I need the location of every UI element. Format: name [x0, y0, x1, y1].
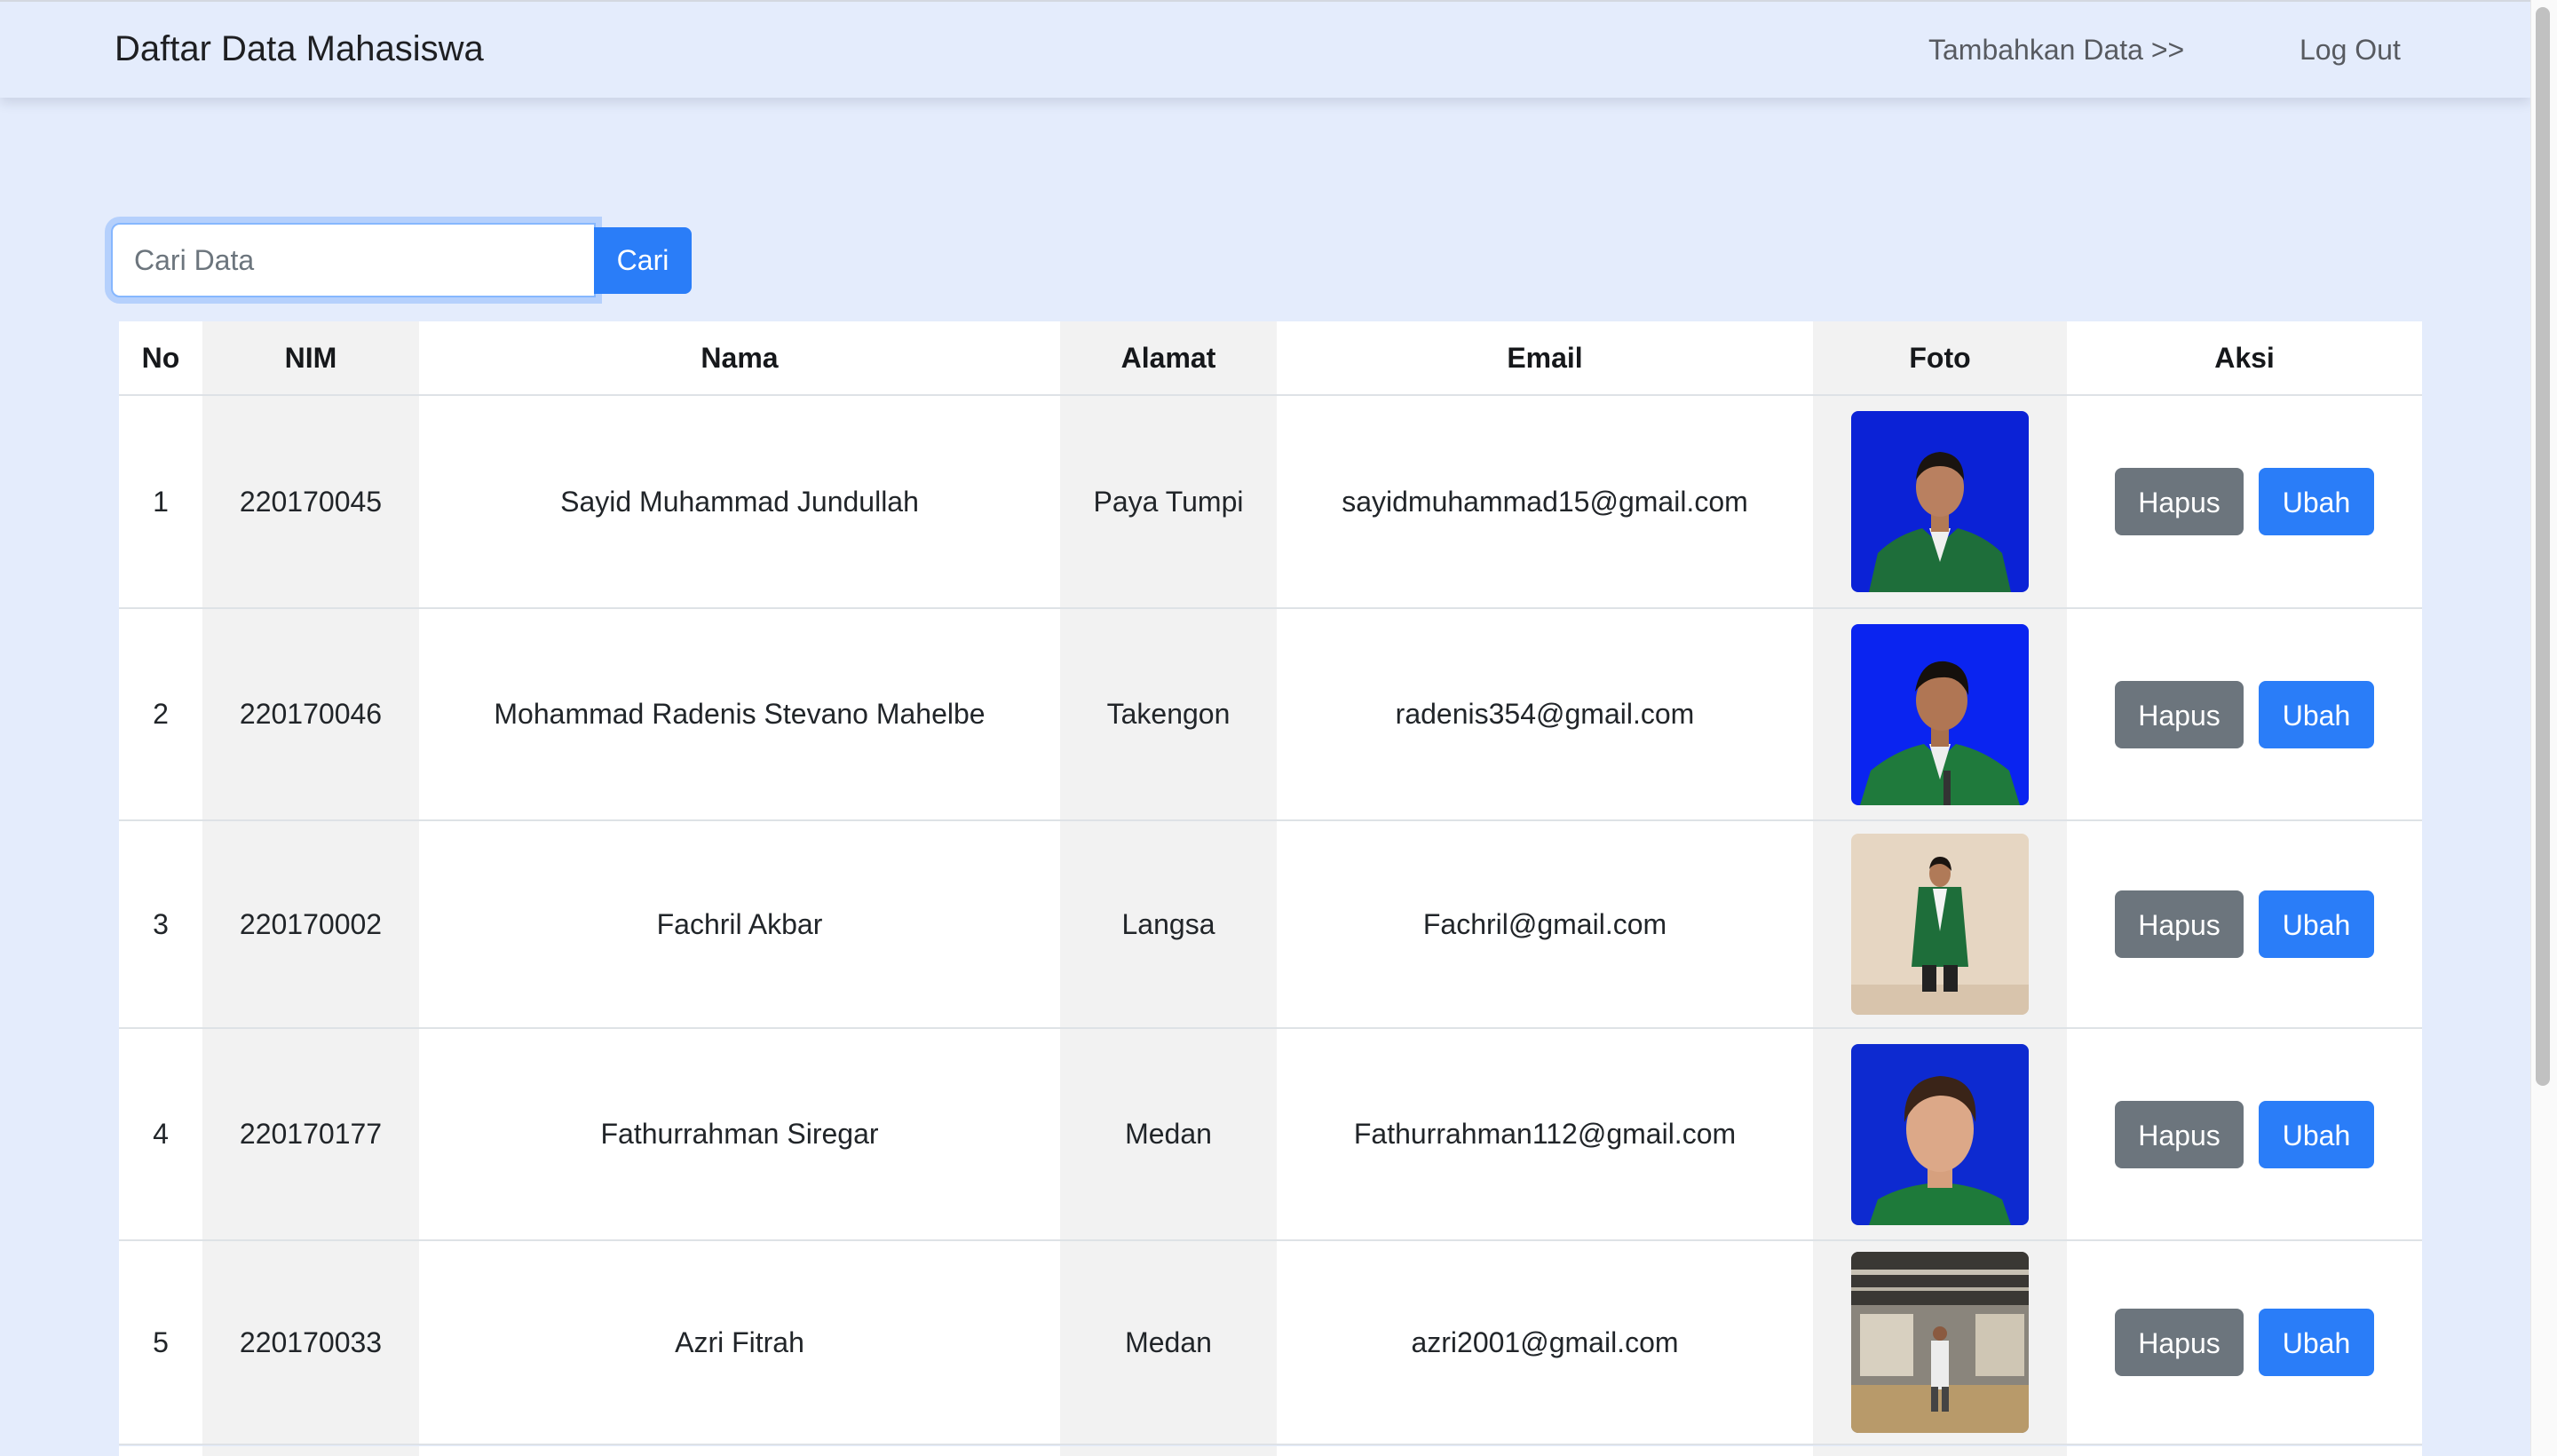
header-nama: Nama: [419, 321, 1060, 396]
cell-nama: Azri Fitrah: [419, 1240, 1060, 1445]
cell-aksi: Hapus Ubah: [2067, 820, 2422, 1029]
table-row: 1 220170045 Sayid Muhammad Jundullah Pay…: [119, 395, 2422, 609]
student-table: No NIM Nama Alamat Email Foto Aksi 1 220…: [119, 321, 2422, 1445]
logout-link[interactable]: Log Out: [2300, 34, 2401, 67]
cell-email: sayidmuhammad15@gmail.com: [1277, 395, 1813, 609]
cell-foto: [1813, 820, 2067, 1029]
cell-email: radenis354@gmail.com: [1277, 608, 1813, 821]
header-nim: NIM: [202, 321, 419, 396]
navbar: Daftar Data Mahasiswa Tambahkan Data >> …: [0, 0, 2530, 98]
cell-nim: 220170045: [202, 395, 419, 609]
header-no: No: [119, 321, 202, 396]
student-photo: [1851, 834, 2029, 1015]
table-row: 5 220170033 Azri Fitrah Medan azri2001@g…: [119, 1240, 2422, 1445]
navbar-brand[interactable]: Daftar Data Mahasiswa: [115, 29, 484, 69]
student-photo: [1851, 411, 2029, 592]
cell-no: 3: [119, 820, 202, 1029]
edit-button[interactable]: Ubah: [2259, 468, 2374, 535]
cell-nama: Fachril Akbar: [419, 820, 1060, 1029]
edit-button[interactable]: Ubah: [2259, 680, 2374, 748]
table-row: 4 220170177 Fathurrahman Siregar Medan F…: [119, 1028, 2422, 1241]
cell-nim: 220170002: [202, 820, 419, 1029]
cell-no: 1: [119, 395, 202, 609]
cell-alamat: Medan: [1060, 1240, 1277, 1445]
delete-button[interactable]: Hapus: [2115, 468, 2244, 535]
delete-button[interactable]: Hapus: [2115, 1100, 2244, 1168]
scrollbar-thumb[interactable]: [2536, 7, 2550, 1086]
edit-button[interactable]: Ubah: [2259, 1309, 2374, 1376]
delete-button[interactable]: Hapus: [2115, 1309, 2244, 1376]
table-header-row: No NIM Nama Alamat Email Foto Aksi: [119, 321, 2422, 396]
cell-nama: Sayid Muhammad Jundullah: [419, 395, 1060, 609]
column-shade: [1813, 1446, 2067, 1456]
edit-button[interactable]: Ubah: [2259, 890, 2374, 958]
header-alamat: Alamat: [1060, 321, 1277, 396]
cell-email: Fathurrahman112@gmail.com: [1277, 1028, 1813, 1241]
cell-foto: [1813, 1028, 2067, 1241]
edit-button[interactable]: Ubah: [2259, 1100, 2374, 1168]
delete-button[interactable]: Hapus: [2115, 680, 2244, 748]
cell-nama: Fathurrahman Siregar: [419, 1028, 1060, 1241]
cell-alamat: Medan: [1060, 1028, 1277, 1241]
search-input[interactable]: [111, 223, 596, 297]
cell-nim: 220170033: [202, 1240, 419, 1445]
table-row-partial: [119, 1446, 2422, 1456]
table-row: 2 220170046 Mohammad Radenis Stevano Mah…: [119, 608, 2422, 821]
add-data-link[interactable]: Tambahkan Data >>: [1928, 34, 2184, 67]
cell-foto: [1813, 395, 2067, 609]
cell-no: 2: [119, 608, 202, 821]
cell-nama: Mohammad Radenis Stevano Mahelbe: [419, 608, 1060, 821]
delete-button[interactable]: Hapus: [2115, 890, 2244, 958]
student-photo: [1851, 623, 2029, 805]
student-photo: [1851, 1252, 2029, 1433]
cell-aksi: Hapus Ubah: [2067, 1240, 2422, 1445]
cell-alamat: Paya Tumpi: [1060, 395, 1277, 609]
cell-email: azri2001@gmail.com: [1277, 1240, 1813, 1445]
cell-nim: 220170046: [202, 608, 419, 821]
student-photo: [1851, 1043, 2029, 1225]
cell-foto: [1813, 608, 2067, 821]
cell-aksi: Hapus Ubah: [2067, 395, 2422, 609]
cell-no: 4: [119, 1028, 202, 1241]
column-shade: [202, 1446, 419, 1456]
header-aksi: Aksi: [2067, 321, 2422, 396]
cell-alamat: Takengon: [1060, 608, 1277, 821]
cell-alamat: Langsa: [1060, 820, 1277, 1029]
cell-aksi: Hapus Ubah: [2067, 608, 2422, 821]
cell-aksi: Hapus Ubah: [2067, 1028, 2422, 1241]
search-button[interactable]: Cari: [594, 227, 692, 294]
header-foto: Foto: [1813, 321, 2067, 396]
cell-email: Fachril@gmail.com: [1277, 820, 1813, 1029]
table-row: 3 220170002 Fachril Akbar Langsa Fachril…: [119, 820, 2422, 1029]
cell-nim: 220170177: [202, 1028, 419, 1241]
cell-no: 5: [119, 1240, 202, 1445]
search-form: Cari: [111, 223, 692, 297]
header-email: Email: [1277, 321, 1813, 396]
column-shade: [1060, 1446, 1277, 1456]
cell-foto: [1813, 1240, 2067, 1445]
